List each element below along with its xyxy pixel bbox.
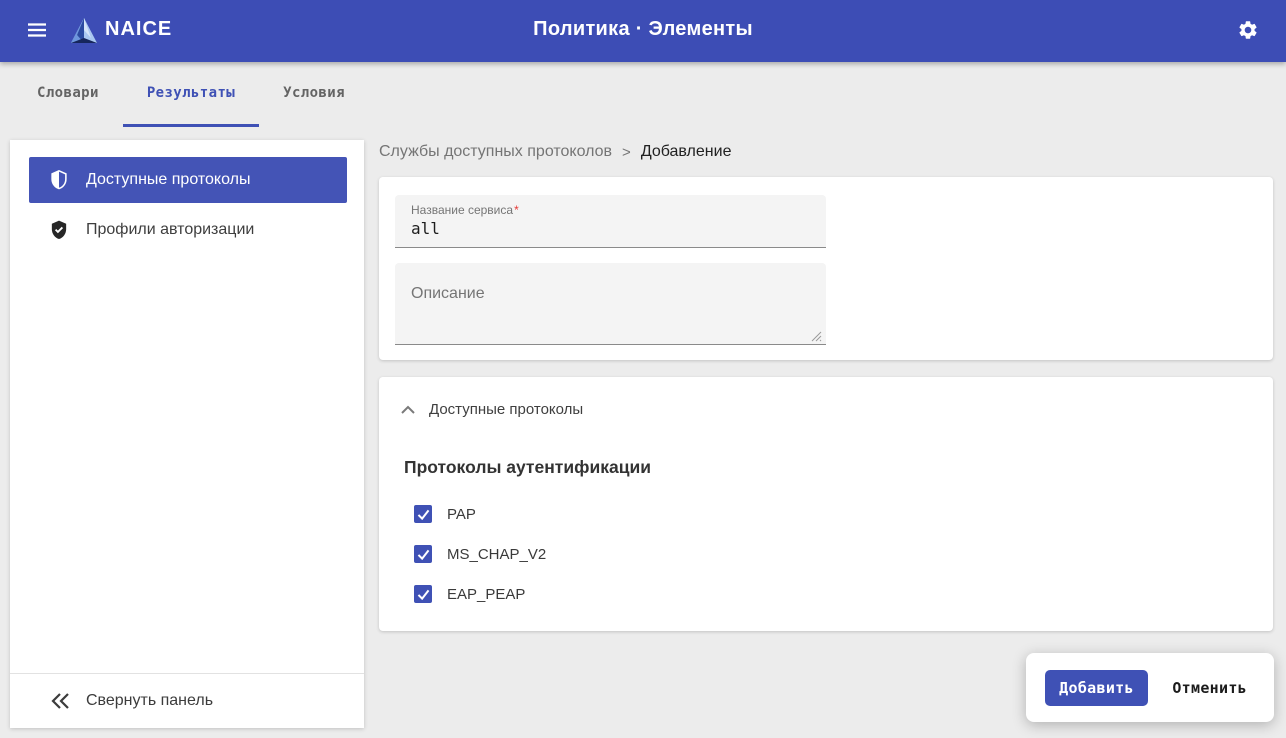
submit-button[interactable]: Добавить: [1045, 670, 1148, 706]
collapse-panel-button[interactable]: Свернуть панель: [10, 673, 364, 728]
tab-conditions[interactable]: Условия: [259, 62, 369, 127]
section-heading: Протоколы аутентификации: [404, 457, 651, 478]
menu-button[interactable]: [21, 15, 53, 47]
form-actions-card: Добавить Отменить: [1026, 653, 1274, 722]
shield-check-icon: [47, 218, 71, 242]
service-name-field[interactable]: Название сервиса*: [395, 195, 826, 248]
resize-handle-icon[interactable]: [811, 329, 822, 340]
service-form-card: Название сервиса*: [379, 177, 1273, 360]
breadcrumb-current: Добавление: [641, 143, 732, 161]
page-title: Политика · Элементы: [533, 18, 753, 41]
checkbox-ms-chap-v2[interactable]: [414, 545, 432, 563]
required-mark: *: [514, 203, 519, 217]
description-field[interactable]: [395, 263, 826, 345]
checkbox-label: EAP_PEAP: [447, 586, 525, 603]
sidebar-item-available-protocols[interactable]: Доступные протоколы: [29, 157, 347, 203]
sidebar-item-authorization-profiles[interactable]: Профили авторизации: [29, 207, 347, 253]
tab-dictionaries[interactable]: Словари: [13, 62, 123, 127]
shield-half-icon: [47, 168, 71, 192]
checkbox-eap-peap[interactable]: [414, 585, 432, 603]
sidebar: Доступные протоколы Профили авторизации …: [10, 140, 364, 728]
checkbox-check-icon: [417, 549, 430, 560]
protocols-panel-header[interactable]: Доступные протоколы: [400, 399, 583, 419]
checkbox-check-icon: [417, 509, 430, 520]
protocols-panel-title: Доступные протоколы: [429, 401, 583, 418]
protocol-option-ms-chap-v2[interactable]: MS_CHAP_V2: [414, 542, 546, 566]
breadcrumb-parent[interactable]: Службы доступных протоколов: [379, 143, 612, 161]
checkbox-label: MS_CHAP_V2: [447, 546, 546, 563]
sidebar-item-label: Профили авторизации: [86, 221, 254, 239]
checkbox-check-icon: [417, 589, 430, 600]
double-chevron-left-icon: [48, 689, 72, 713]
service-name-input[interactable]: [395, 217, 826, 244]
gear-icon: [1237, 19, 1259, 44]
breadcrumb: Службы доступных протоколов > Добавление: [379, 141, 731, 163]
app-header: NAICE Политика · Элементы: [0, 0, 1286, 62]
sidebar-item-label: Доступные протоколы: [86, 171, 250, 189]
checkbox-pap[interactable]: [414, 505, 432, 523]
service-name-label: Название сервиса*: [395, 195, 826, 217]
breadcrumb-separator: >: [622, 144, 631, 161]
checkbox-label: PAP: [447, 506, 476, 523]
description-textarea[interactable]: [395, 263, 826, 341]
tab-bar: Словари Результаты Условия: [0, 62, 1286, 127]
hamburger-icon: [25, 18, 49, 45]
collapse-panel-label: Свернуть панель: [86, 692, 213, 710]
settings-button[interactable]: [1232, 15, 1264, 47]
app: NAICE Политика · Элементы Словари Резуль…: [0, 0, 1286, 738]
chevron-up-icon: [400, 401, 416, 417]
protocol-option-eap-peap[interactable]: EAP_PEAP: [414, 582, 525, 606]
protocol-option-pap[interactable]: PAP: [414, 502, 476, 526]
brand-name: NAICE: [105, 18, 172, 41]
cancel-button[interactable]: Отменить: [1158, 671, 1261, 705]
protocols-card: Доступные протоколы Протоколы аутентифик…: [379, 377, 1273, 631]
tab-results[interactable]: Результаты: [123, 62, 259, 127]
brand-logo-icon: [69, 16, 99, 46]
